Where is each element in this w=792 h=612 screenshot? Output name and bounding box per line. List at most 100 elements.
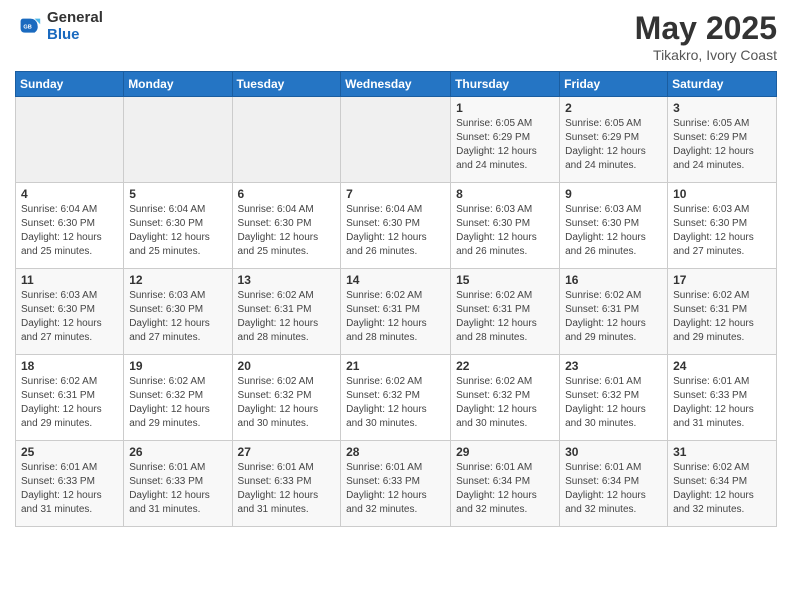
day-number: 2 [565,101,662,115]
logo-text: General Blue [47,10,103,43]
calendar-cell: 17Sunrise: 6:02 AMSunset: 6:31 PMDayligh… [668,269,777,355]
day-header-friday: Friday [560,72,668,97]
calendar-week-3: 11 Sunrise: 6:03 AMSunset: 6:30 PMDayligh… [16,269,777,355]
day-number: 5 [129,187,226,201]
day-info: Sunrise: 6:01 AMSunset: 6:33 PMDaylight:… [673,375,771,431]
day-number: 24 [673,359,771,373]
day-info: Sunrise: 6:02 AMSunset: 6:31 PMDaylight:… [346,289,445,345]
calendar-cell: 22Sunrise: 6:02 AMSunset: 6:32 PMDayligh… [451,355,560,441]
calendar-cell: 14Sunrise: 6:02 AMSunset: 6:31 PMDayligh… [341,269,451,355]
day-number: 16 [565,273,662,287]
day-info: Sunrise: 6:05 AMSunset: 6:29 PMDaylight:… [456,117,554,173]
calendar-cell: 29 Sunrise: 6:01 AMSunset: 6:34 PMDayligh… [451,441,560,527]
calendar-cell: 4Sunrise: 6:04 AMSunset: 6:30 PMDaylight… [16,183,124,269]
day-number: 28 [346,445,445,459]
day-number: 7 [346,187,445,201]
calendar-cell: 19Sunrise: 6:02 AMSunset: 6:32 PMDayligh… [124,355,232,441]
day-number: 21 [346,359,445,373]
calendar-cell: 28 Sunrise: 6:01 AMSunset: 6:33 PMDayligh… [341,441,451,527]
day-number: 19 [129,359,226,373]
calendar-cell [341,97,451,183]
day-number: 13 [238,273,336,287]
day-info: Sunrise: 6:01 AMSunset: 6:33 PMDaylight:… [346,461,445,517]
day-info: Sunrise: 6:05 AMSunset: 6:29 PMDaylight:… [673,117,771,173]
day-info: Sunrise: 6:04 AMSunset: 6:30 PMDaylight:… [238,203,336,259]
calendar-cell [124,97,232,183]
calendar-cell: 23Sunrise: 6:01 AMSunset: 6:32 PMDayligh… [560,355,668,441]
day-number: 30 [565,445,662,459]
day-info: Sunrise: 6:02 AMSunset: 6:31 PMDaylight:… [21,375,118,431]
header: GB General Blue May 2025 Tikakro, Ivory … [15,10,777,63]
day-info: Sunrise: 6:01 AMSunset: 6:34 PMDaylight:… [456,461,554,517]
day-number: 12 [129,273,226,287]
day-info: Sunrise: 6:03 AMSunset: 6:30 PMDaylight:… [21,289,118,345]
day-info: Sunrise: 6:05 AMSunset: 6:29 PMDaylight:… [565,117,662,173]
day-info: Sunrise: 6:02 AMSunset: 6:34 PMDaylight:… [673,461,771,517]
calendar-cell [16,97,124,183]
day-number: 3 [673,101,771,115]
day-number: 27 [238,445,336,459]
day-info: Sunrise: 6:03 AMSunset: 6:30 PMDaylight:… [456,203,554,259]
day-info: Sunrise: 6:01 AMSunset: 6:34 PMDaylight:… [565,461,662,517]
day-number: 9 [565,187,662,201]
logo-general-text: General [47,10,103,27]
calendar-cell: 10Sunrise: 6:03 AMSunset: 6:30 PMDayligh… [668,183,777,269]
day-info: Sunrise: 6:03 AMSunset: 6:30 PMDaylight:… [129,289,226,345]
calendar-cell: 5 Sunrise: 6:04 AMSunset: 6:30 PMDaylight… [124,183,232,269]
day-number: 8 [456,187,554,201]
logo-icon: GB [15,13,43,41]
day-info: Sunrise: 6:03 AMSunset: 6:30 PMDaylight:… [673,203,771,259]
calendar-cell: 20 Sunrise: 6:02 AMSunset: 6:32 PMDayligh… [232,355,341,441]
day-info: Sunrise: 6:02 AMSunset: 6:32 PMDaylight:… [238,375,336,431]
day-info: Sunrise: 6:02 AMSunset: 6:31 PMDaylight:… [673,289,771,345]
day-header-sunday: Sunday [16,72,124,97]
calendar-body: 1 Sunrise: 6:05 AMSunset: 6:29 PMDaylight… [16,97,777,527]
day-info: Sunrise: 6:02 AMSunset: 6:31 PMDaylight:… [565,289,662,345]
calendar-cell: 26 Sunrise: 6:01 AMSunset: 6:33 PMDayligh… [124,441,232,527]
calendar-cell: 6Sunrise: 6:04 AMSunset: 6:30 PMDaylight… [232,183,341,269]
day-number: 1 [456,101,554,115]
day-info: Sunrise: 6:01 AMSunset: 6:33 PMDaylight:… [21,461,118,517]
calendar-cell: 9Sunrise: 6:03 AMSunset: 6:30 PMDaylight… [560,183,668,269]
day-info: Sunrise: 6:02 AMSunset: 6:32 PMDaylight:… [456,375,554,431]
day-number: 29 [456,445,554,459]
day-number: 26 [129,445,226,459]
calendar-week-1: 1 Sunrise: 6:05 AMSunset: 6:29 PMDaylight… [16,97,777,183]
day-number: 20 [238,359,336,373]
calendar-cell: 3 Sunrise: 6:05 AMSunset: 6:29 PMDaylight… [668,97,777,183]
svg-text:GB: GB [23,24,31,30]
calendar-cell: 27Sunrise: 6:01 AMSunset: 6:33 PMDayligh… [232,441,341,527]
main-title: May 2025 [635,10,777,47]
page: GB General Blue May 2025 Tikakro, Ivory … [0,0,792,612]
calendar-cell: 24 Sunrise: 6:01 AMSunset: 6:33 PMDayligh… [668,355,777,441]
calendar-week-2: 4 Sunrise: 6:04 AMSunset: 6:30 PMDaylight… [16,183,777,269]
day-info: Sunrise: 6:04 AMSunset: 6:30 PMDaylight:… [129,203,226,259]
calendar-header: SundayMondayTuesdayWednesdayThursdayFrid… [16,72,777,97]
calendar-table: SundayMondayTuesdayWednesdayThursdayFrid… [15,71,777,527]
day-number: 31 [673,445,771,459]
calendar-cell: 11 Sunrise: 6:03 AMSunset: 6:30 PMDayligh… [16,269,124,355]
logo: GB General Blue [15,10,103,43]
title-block: May 2025 Tikakro, Ivory Coast [635,10,777,63]
calendar-cell: 30 Sunrise: 6:01 AMSunset: 6:34 PMDayligh… [560,441,668,527]
calendar-cell: 7Sunrise: 6:04 AMSunset: 6:30 PMDaylight… [341,183,451,269]
calendar-cell [232,97,341,183]
calendar-week-4: 18 Sunrise: 6:02 AMSunset: 6:31 PMDayligh… [16,355,777,441]
day-header-saturday: Saturday [668,72,777,97]
calendar-cell: 12 Sunrise: 6:03 AMSunset: 6:30 PMDayligh… [124,269,232,355]
days-header-row: SundayMondayTuesdayWednesdayThursdayFrid… [16,72,777,97]
calendar-week-5: 25Sunrise: 6:01 AMSunset: 6:33 PMDayligh… [16,441,777,527]
calendar-cell: 16 Sunrise: 6:02 AMSunset: 6:31 PMDayligh… [560,269,668,355]
calendar-cell: 25Sunrise: 6:01 AMSunset: 6:33 PMDayligh… [16,441,124,527]
calendar-cell: 8 Sunrise: 6:03 AMSunset: 6:30 PMDaylight… [451,183,560,269]
day-number: 23 [565,359,662,373]
day-header-monday: Monday [124,72,232,97]
day-info: Sunrise: 6:01 AMSunset: 6:33 PMDaylight:… [129,461,226,517]
day-number: 18 [21,359,118,373]
day-number: 4 [21,187,118,201]
calendar-cell: 13Sunrise: 6:02 AMSunset: 6:31 PMDayligh… [232,269,341,355]
subtitle: Tikakro, Ivory Coast [635,47,777,63]
day-number: 11 [21,273,118,287]
day-header-wednesday: Wednesday [341,72,451,97]
calendar-cell: 15Sunrise: 6:02 AMSunset: 6:31 PMDayligh… [451,269,560,355]
